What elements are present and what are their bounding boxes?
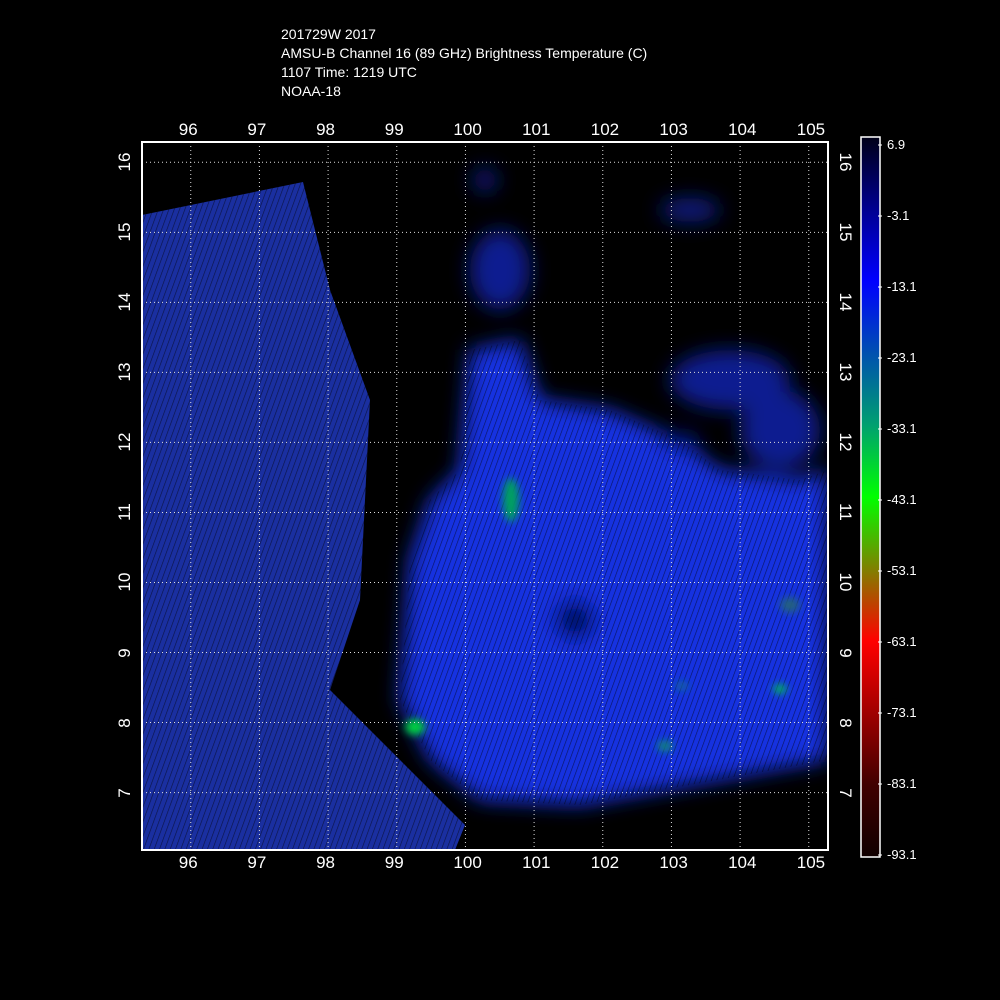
longitude-label-bottom: 104 — [728, 853, 757, 872]
colorbar — [860, 136, 881, 858]
longitude-label-top: 102 — [590, 120, 620, 139]
latitude-label-right: 9 — [836, 647, 855, 658]
cold-cloud-spot — [503, 478, 519, 522]
longitude-label-top: 101 — [522, 120, 551, 139]
latitude-label-left: 8 — [115, 717, 134, 728]
longitude-label-top: 105 — [796, 120, 826, 139]
longitude-label-top: 104 — [728, 120, 757, 139]
latitude-label-right: 15 — [836, 222, 855, 242]
latitude-label-left: 11 — [115, 503, 134, 522]
latitude-label-right: 13 — [836, 362, 855, 382]
longitude-label-bottom: 101 — [522, 853, 551, 872]
latitude-label-right: 12 — [836, 432, 855, 452]
latitude-label-right: 8 — [836, 717, 855, 728]
latitude-label-right: 10 — [836, 573, 855, 592]
latitude-label-left: 12 — [115, 432, 134, 452]
longitude-label-top: 97 — [247, 120, 267, 139]
colorbar-label: 6.9 — [887, 137, 906, 152]
cold-cloud-spot — [675, 681, 689, 691]
latitude-label-left: 14 — [115, 292, 134, 312]
imagery-layer — [142, 168, 828, 850]
longitude-label-top: 100 — [453, 120, 482, 139]
colorbar-label: -13.1 — [887, 279, 917, 294]
colorbar-label: -23.1 — [887, 350, 917, 365]
longitude-label-bottom: 105 — [796, 853, 826, 872]
longitude-label-top: 98 — [316, 120, 335, 139]
longitude-label-bottom: 99 — [384, 853, 404, 872]
longitude-label-bottom: 98 — [316, 853, 335, 872]
latitude-label-left: 16 — [115, 152, 134, 172]
longitude-label-top: 103 — [659, 120, 688, 139]
latitude-label-right: 16 — [836, 152, 855, 172]
longitude-label-bottom: 96 — [178, 853, 198, 872]
cold-cloud-spot — [780, 597, 800, 613]
latitude-label-right: 14 — [836, 292, 855, 312]
latitude-label-left: 7 — [115, 787, 134, 798]
longitude-label-bottom: 97 — [247, 853, 267, 872]
colorbar-label: -63.1 — [887, 634, 917, 649]
latitude-label-right: 7 — [836, 787, 855, 798]
latitude-label-left: 9 — [115, 647, 134, 658]
cold-cloud-spot — [405, 719, 425, 735]
longitude-label-bottom: 103 — [659, 853, 688, 872]
latitude-label-left: 10 — [115, 573, 134, 592]
colorbar-label: -93.1 — [887, 847, 917, 862]
cold-cloud-spot — [773, 684, 787, 694]
colorbar-label: -83.1 — [887, 776, 917, 791]
latitude-label-left: 15 — [115, 222, 134, 242]
latitude-label-right: 11 — [836, 503, 855, 522]
colorbar-label: -43.1 — [887, 492, 917, 507]
longitude-label-top: 99 — [384, 120, 404, 139]
colorbar-label: -33.1 — [887, 421, 917, 436]
colorbar-label: -53.1 — [887, 563, 917, 578]
colorbar-label: -3.1 — [887, 208, 910, 223]
longitude-label-bottom: 102 — [590, 853, 620, 872]
colorbar-label: -73.1 — [887, 705, 917, 720]
latitude-label-left: 13 — [115, 362, 134, 382]
longitude-label-bottom: 100 — [453, 853, 482, 872]
cold-cloud-spot — [657, 740, 673, 752]
longitude-label-top: 96 — [178, 120, 198, 139]
